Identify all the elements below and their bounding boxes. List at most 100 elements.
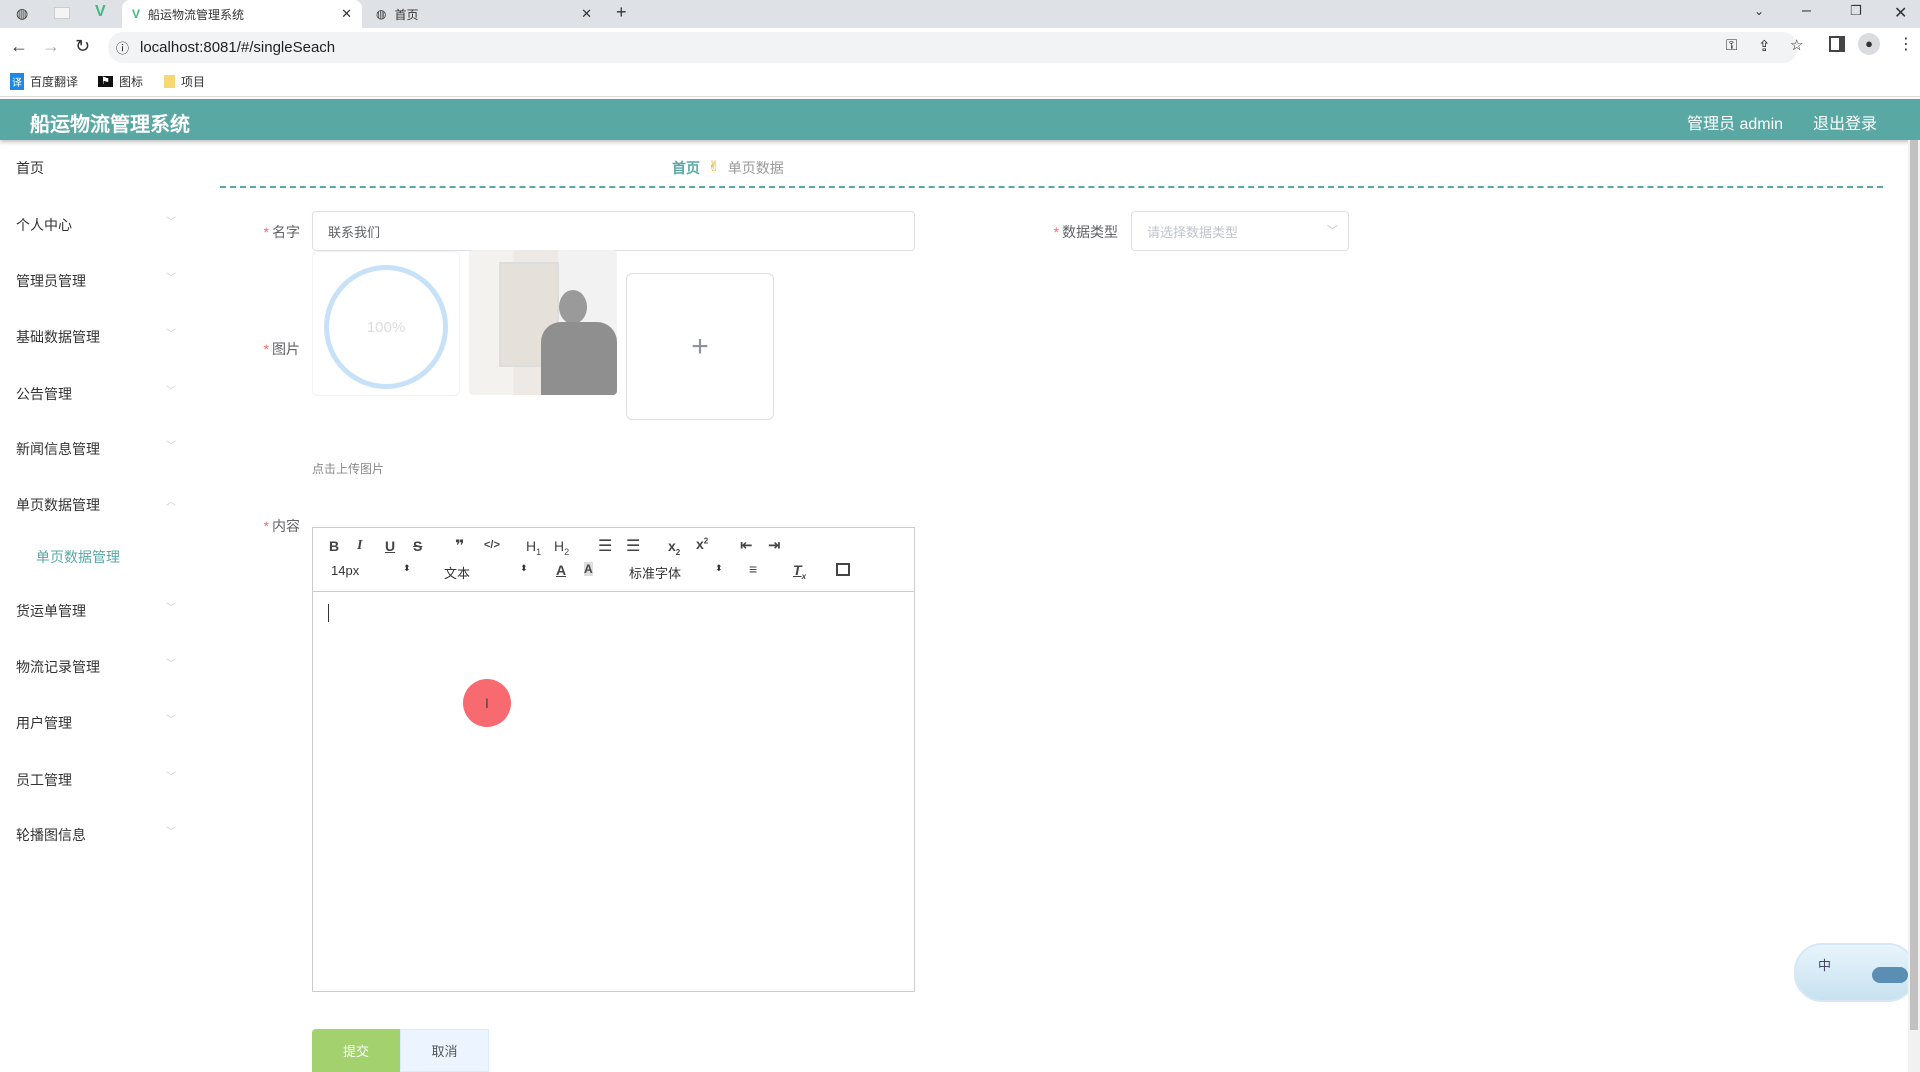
underline-icon[interactable]: U bbox=[385, 538, 395, 554]
floating-ime-widget[interactable]: 中 bbox=[1794, 943, 1916, 1002]
data-type-select[interactable]: 请选择数据类型 ﹀ bbox=[1131, 211, 1349, 251]
sidebar-item-news[interactable]: 新闻信息管理 ﹀ bbox=[16, 439, 176, 459]
sidebar-subitem-single-page[interactable]: 单页数据管理 bbox=[36, 547, 196, 567]
sidebar-item-notice[interactable]: 公告管理 ﹀ bbox=[16, 384, 176, 404]
close-tab-icon[interactable]: ✕ bbox=[341, 6, 352, 22]
chevron-down-icon: ﹀ bbox=[166, 386, 176, 397]
minimize-button[interactable]: – bbox=[1802, 2, 1811, 20]
bookmark-label: 百度翻译 bbox=[30, 75, 79, 89]
submit-button[interactable]: 提交 bbox=[312, 1029, 400, 1072]
chevron-down-icon: ﹀ bbox=[166, 603, 176, 614]
sidebar-item-carousel[interactable]: 轮播图信息 ﹀ bbox=[16, 825, 176, 845]
sidebar-item-users[interactable]: 用户管理 ﹀ bbox=[16, 713, 176, 733]
bookmark-label: 项目 bbox=[181, 75, 206, 89]
side-panel-icon[interactable] bbox=[1829, 36, 1845, 52]
chevron-up-icon: ︿ bbox=[166, 497, 176, 508]
name-input[interactable]: 联系我们 bbox=[312, 211, 915, 251]
upload-hint: 点击上传图片 bbox=[312, 462, 385, 476]
bookmark-project[interactable]: 项目 bbox=[164, 73, 205, 90]
background-color-icon[interactable]: A bbox=[584, 562, 593, 576]
editor-content-area[interactable] bbox=[313, 592, 914, 991]
superscript-icon[interactable]: x2 bbox=[696, 536, 708, 552]
sidebar-item-logistics[interactable]: 物流记录管理 ﹀ bbox=[16, 657, 176, 677]
share-icon[interactable]: ⇪ bbox=[1758, 37, 1771, 55]
breadcrumb-home[interactable]: 首页 bbox=[672, 158, 700, 178]
sidebar-item-staff[interactable]: 员工管理 ﹀ bbox=[16, 770, 176, 790]
tab-title: 船运物流管理系统 bbox=[148, 7, 245, 22]
indent-icon[interactable]: ⇥ bbox=[768, 536, 781, 554]
clear-format-icon[interactable]: Tx bbox=[793, 562, 806, 581]
sidebar-item-label: 首页 bbox=[16, 160, 44, 176]
hand-icon: ✌ bbox=[708, 158, 720, 174]
menu-icon[interactable]: ⋮ bbox=[1898, 34, 1914, 54]
person-body bbox=[541, 322, 617, 395]
editor-toolbar: B I U S ❞ </> H1 H2 ☰ ☰ x2 x2 ⇤ ⇥ 14px ⬍ … bbox=[313, 528, 914, 592]
forward-icon[interactable]: → bbox=[42, 36, 60, 57]
uploaded-image-thumbnail[interactable] bbox=[469, 250, 617, 395]
tab-search-icon[interactable]: ⌄ bbox=[1754, 4, 1764, 18]
translate-icon: 译 bbox=[10, 73, 24, 90]
font-family-value: 标准字体 bbox=[629, 566, 682, 581]
close-tab-icon[interactable]: ✕ bbox=[581, 6, 592, 22]
restore-button[interactable]: ❐ bbox=[1850, 3, 1862, 19]
rich-text-editor: B I U S ❞ </> H1 H2 ☰ ☰ x2 x2 ⇤ ⇥ 14px ⬍ … bbox=[312, 527, 915, 992]
bullet-list-icon[interactable]: ☰ bbox=[626, 536, 640, 556]
star-icon[interactable]: ☆ bbox=[1790, 36, 1803, 54]
address-bar-row: ← → ↻ ⓘ localhost:8081/#/singleSeach ⚿ ⇪… bbox=[0, 28, 1920, 67]
bookmark-label: 图标 bbox=[118, 75, 143, 89]
key-icon[interactable]: ⚿ bbox=[1726, 37, 1737, 54]
sidebar-item-label: 货运单管理 bbox=[16, 603, 86, 619]
sidebar-item-label: 管理员管理 bbox=[16, 273, 86, 289]
bookmark-baidu-translate[interactable]: 译百度翻译 bbox=[10, 73, 78, 90]
chevron-down-icon: ﹀ bbox=[166, 659, 176, 670]
font-size-picker[interactable]: 14px ⬍ bbox=[331, 563, 421, 578]
vue-icon[interactable]: V bbox=[95, 3, 106, 21]
sidebar-item-admin[interactable]: 管理员管理 ﹀ bbox=[16, 271, 176, 291]
back-icon[interactable]: ← bbox=[10, 36, 28, 57]
ordered-list-icon[interactable]: ☰ bbox=[598, 536, 612, 556]
align-icon[interactable]: ≡ bbox=[749, 561, 757, 577]
font-family-picker[interactable]: 标准字体 ⬍ bbox=[629, 563, 729, 582]
upload-button[interactable]: + bbox=[626, 273, 774, 420]
url-input[interactable]: ⓘ localhost:8081/#/singleSeach ⚿ ⇪ ☆ bbox=[108, 32, 1803, 63]
sidebar-item-personal[interactable]: 个人中心 ﹀ bbox=[16, 215, 176, 235]
code-icon[interactable]: </> bbox=[484, 539, 500, 551]
reload-icon[interactable]: ↻ bbox=[75, 36, 90, 57]
cancel-label: 取消 bbox=[431, 1044, 458, 1059]
tab-home[interactable]: ◍ 首页 ✕ bbox=[366, 0, 602, 28]
breadcrumb: 首页 ✌ 单页数据 bbox=[672, 158, 784, 178]
cancel-button[interactable]: 取消 bbox=[400, 1029, 489, 1072]
folder-icon bbox=[164, 75, 175, 88]
profile-icon[interactable]: ● bbox=[1858, 33, 1880, 55]
font-color-icon[interactable]: A bbox=[556, 562, 566, 578]
page-scrollbar[interactable] bbox=[1908, 140, 1920, 1072]
scrollbar-thumb[interactable] bbox=[1910, 140, 1918, 1030]
h2-icon[interactable]: H2 bbox=[554, 538, 569, 557]
sidebar-item-single-page[interactable]: 单页数据管理 ︿ bbox=[16, 495, 176, 515]
sort-icon: ⬍ bbox=[520, 563, 528, 573]
sidebar-item-basic-data[interactable]: 基础数据管理 ﹀ bbox=[16, 327, 176, 347]
strike-icon[interactable]: S bbox=[413, 538, 422, 554]
sidebar-item-label: 基础数据管理 bbox=[16, 329, 100, 345]
header-picker[interactable]: 文本 ⬍ bbox=[444, 563, 534, 582]
bookmark-icons[interactable]: ⚑ 图标 bbox=[98, 73, 143, 90]
logout-button[interactable]: 退出登录 bbox=[1813, 110, 1877, 134]
chevron-down-icon: ﹀ bbox=[166, 217, 176, 228]
sidebar-item-label: 个人中心 bbox=[16, 217, 72, 233]
subscript-icon[interactable]: x2 bbox=[668, 538, 680, 557]
bold-icon[interactable]: B bbox=[329, 538, 339, 554]
page-icon[interactable] bbox=[54, 7, 70, 19]
bookmarks-bar: 译百度翻译 ⚑ 图标 项目 bbox=[0, 67, 1920, 97]
blockquote-icon[interactable]: ❞ bbox=[455, 536, 464, 556]
image-icon[interactable] bbox=[836, 563, 850, 576]
sidebar-item-freight[interactable]: 货运单管理 ﹀ bbox=[16, 601, 176, 621]
chevron-down-icon: ﹀ bbox=[166, 772, 176, 783]
tab-active[interactable]: V 船运物流管理系统 ✕ bbox=[122, 0, 362, 28]
outdent-icon[interactable]: ⇤ bbox=[740, 536, 753, 554]
close-window-button[interactable]: ✕ bbox=[1894, 3, 1907, 23]
italic-icon[interactable]: I bbox=[357, 538, 362, 554]
new-tab-button[interactable]: + bbox=[616, 2, 627, 23]
globe-icon[interactable]: ◍ bbox=[16, 5, 28, 22]
h1-icon[interactable]: H1 bbox=[526, 538, 541, 557]
sidebar-item-home[interactable]: 首页 bbox=[16, 158, 176, 178]
